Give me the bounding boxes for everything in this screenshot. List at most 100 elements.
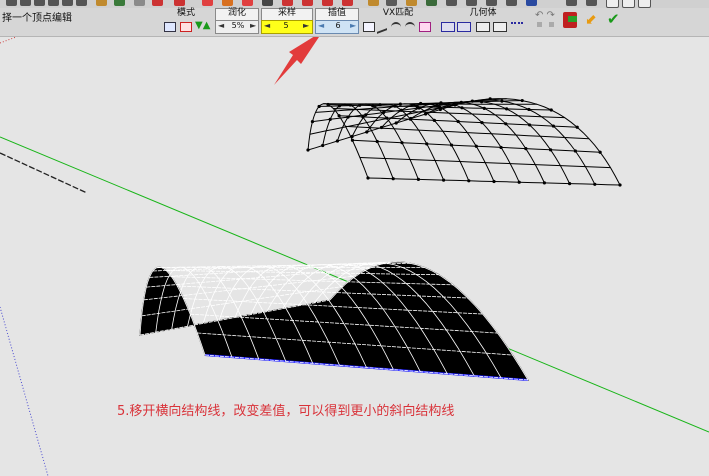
- draw-tool-icon[interactable]: [34, 0, 45, 6]
- tool-icon[interactable]: [386, 0, 397, 6]
- interp-increase-icon[interactable]: ►: [350, 20, 356, 32]
- draw-tool-icon[interactable]: [6, 0, 17, 6]
- vertex-point: [492, 179, 496, 184]
- exit-icon[interactable]: [568, 16, 577, 22]
- tool-icon[interactable]: [606, 0, 619, 8]
- mode-icon[interactable]: [164, 22, 176, 32]
- move-icon[interactable]: [174, 0, 185, 6]
- target-icon[interactable]: [419, 22, 431, 32]
- wireframe-surface: [306, 97, 622, 187]
- vertex-point: [348, 103, 352, 107]
- vertex-point: [488, 97, 492, 101]
- vertex-point: [424, 112, 428, 116]
- curve-tools-icon[interactable]: [391, 22, 401, 32]
- tool-icon[interactable]: [446, 0, 457, 6]
- vertex-point: [416, 177, 420, 181]
- grid-icon[interactable]: [511, 22, 523, 32]
- smooth-increase-icon[interactable]: ►: [250, 20, 256, 32]
- triangles-icon[interactable]: ▼▲: [195, 21, 210, 31]
- draw-tool-icon[interactable]: [62, 0, 73, 6]
- draw-tool-icon[interactable]: [20, 0, 31, 6]
- vertex-point: [520, 98, 524, 103]
- interp-value[interactable]: 6: [327, 20, 349, 32]
- vertex-point: [504, 122, 508, 126]
- vertex-point: [573, 149, 577, 153]
- vertex-point: [593, 182, 597, 186]
- tool-icon[interactable]: [426, 0, 437, 6]
- pencil-icon[interactable]: [134, 0, 145, 6]
- sample-decrease-icon[interactable]: ◄: [264, 20, 270, 32]
- tool-icon[interactable]: [406, 0, 417, 6]
- tool-icon[interactable]: [526, 0, 537, 6]
- tool-icon[interactable]: [566, 0, 577, 6]
- draw-tool-icon[interactable]: [48, 0, 59, 6]
- tool-icon[interactable]: [638, 0, 651, 8]
- draw-tool-icon[interactable]: [76, 0, 87, 6]
- status-text: 择一个顶点编辑: [2, 13, 72, 24]
- vertex-point: [365, 130, 369, 134]
- undo-icon[interactable]: [537, 22, 542, 27]
- geometry-label: 几何体: [469, 8, 497, 18]
- grid-line: [454, 98, 621, 186]
- vertex-point: [358, 103, 362, 107]
- tool-icon[interactable]: [506, 0, 517, 6]
- vertex-point: [480, 121, 484, 125]
- sample-value[interactable]: 5: [275, 20, 297, 32]
- vertex-point: [337, 114, 341, 118]
- vertex-point: [517, 180, 521, 184]
- undo-icon[interactable]: ↶ ↷: [535, 10, 555, 21]
- tool-icon[interactable]: [368, 0, 379, 6]
- align-icon[interactable]: [363, 22, 375, 32]
- tool-icon[interactable]: [262, 0, 273, 6]
- grid-line: [366, 103, 470, 181]
- curve-tools-icon[interactable]: [405, 22, 415, 32]
- undo-icon[interactable]: [549, 22, 554, 27]
- vertex-point: [350, 134, 354, 139]
- mode-label: 模式: [176, 8, 195, 18]
- grid-icon[interactable]: [441, 22, 455, 32]
- vertex-point: [480, 100, 484, 104]
- vertex-point: [393, 104, 397, 108]
- orange-arrow-icon[interactable]: ⬋: [585, 12, 597, 28]
- tool-icon[interactable]: [342, 0, 353, 6]
- arrow-icon[interactable]: [114, 0, 125, 6]
- tool-icon[interactable]: [242, 0, 253, 6]
- vertex-point: [394, 121, 398, 125]
- tool-icon[interactable]: [622, 0, 635, 8]
- interp-decrease-icon[interactable]: ◄: [318, 20, 324, 32]
- smooth-decrease-icon[interactable]: ◄: [218, 20, 224, 32]
- vertex-point: [453, 101, 457, 106]
- grid-icon[interactable]: [493, 22, 507, 32]
- hourglass-icon[interactable]: [180, 22, 192, 32]
- vertex-point: [361, 115, 365, 119]
- vertex-point: [549, 148, 553, 152]
- grid-icon[interactable]: [476, 22, 490, 32]
- tool-icon[interactable]: [466, 0, 477, 6]
- vertex-point: [335, 139, 339, 143]
- filled-surface: [139, 261, 529, 381]
- sample-label: 采样: [277, 8, 296, 18]
- grid-icon[interactable]: [457, 22, 471, 32]
- vertex-point: [432, 118, 436, 122]
- pencil-icon[interactable]: [96, 0, 107, 6]
- tool-icon[interactable]: [282, 0, 293, 6]
- tool-icon[interactable]: [202, 0, 213, 6]
- tool-icon[interactable]: [486, 0, 497, 6]
- vertex-point: [575, 125, 579, 129]
- smooth-value[interactable]: 5%: [227, 20, 249, 32]
- vertex-point: [379, 125, 384, 130]
- vertex-point: [499, 145, 503, 150]
- tool-icon[interactable]: [302, 0, 313, 6]
- vertex-point: [527, 107, 531, 112]
- vx-match-label: VX匹配: [382, 8, 414, 18]
- tool-icon[interactable]: [222, 0, 233, 6]
- confirm-check-icon[interactable]: ✔: [607, 11, 620, 27]
- vertex-point: [470, 99, 474, 103]
- sample-increase-icon[interactable]: ►: [303, 20, 309, 32]
- tool-icon[interactable]: [322, 0, 333, 6]
- vertex-point: [505, 107, 509, 111]
- mode-group: 模式 ▼▲: [161, 8, 211, 35]
- curve-tools-icon[interactable]: [377, 20, 387, 34]
- tool-icon[interactable]: [586, 0, 597, 6]
- move-icon[interactable]: [152, 0, 163, 6]
